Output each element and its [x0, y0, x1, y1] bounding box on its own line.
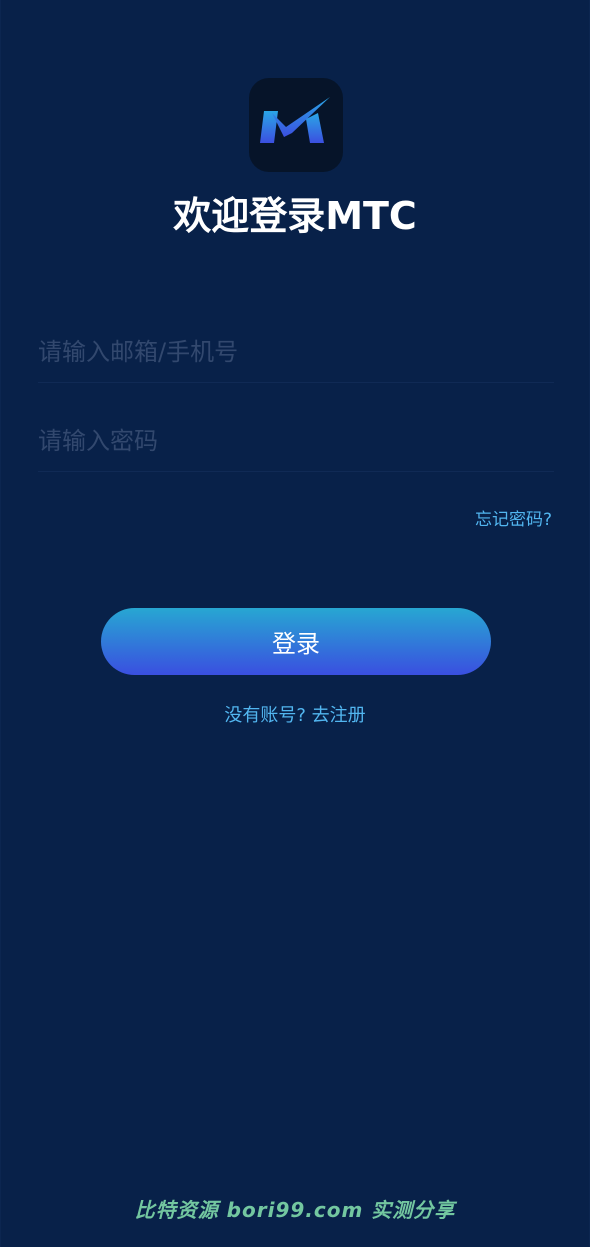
mtc-logo-icon — [249, 78, 343, 172]
email-input[interactable] — [38, 322, 554, 382]
password-input[interactable] — [38, 411, 554, 471]
password-field — [38, 411, 554, 472]
email-field — [38, 322, 554, 383]
page-title: 欢迎登录MTC — [173, 194, 417, 238]
watermark-text: 比特资源 bori99.com 实测分享 — [134, 1198, 456, 1222]
login-button[interactable]: 登录 — [101, 608, 491, 675]
forgot-password-link[interactable]: 忘记密码? — [475, 508, 552, 532]
register-link[interactable]: 没有账号? 去注册 — [1, 703, 589, 729]
login-screen: 欢迎登录MTC 忘记密码? 登录 没有账号? 去注册 比特资源 bori99.c… — [0, 0, 590, 1247]
